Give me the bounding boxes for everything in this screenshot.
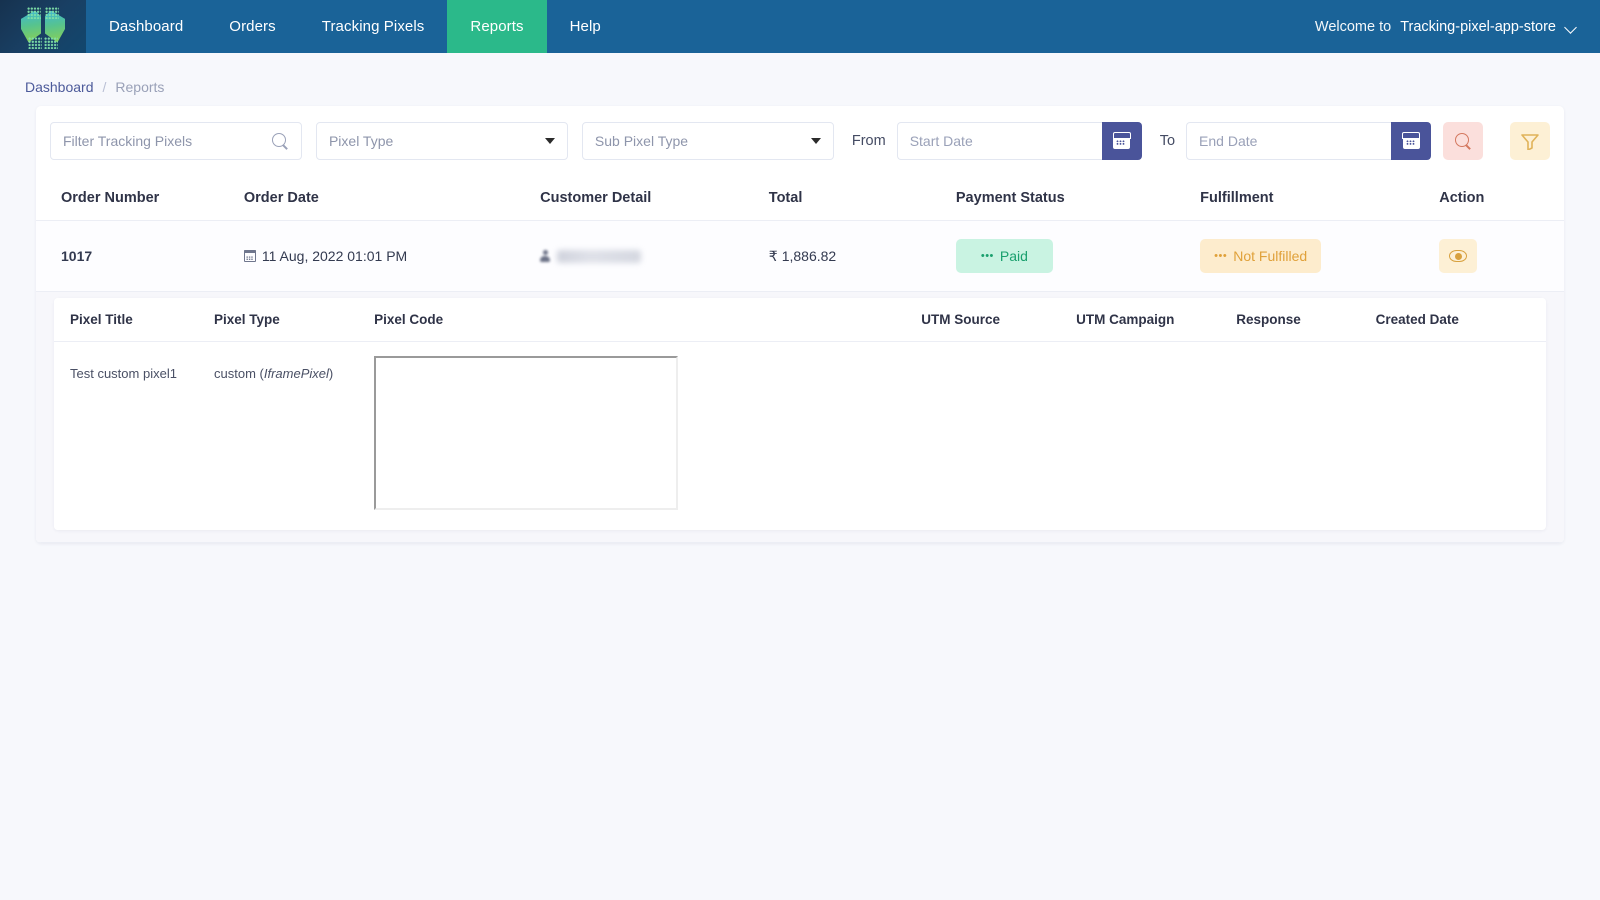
calendar-icon [1403,133,1420,149]
col-utm-campaign: UTM Campaign [1076,298,1236,342]
col-fulfillment: Fulfillment [1200,176,1439,221]
store-name: Tracking-pixel-app-store [1400,19,1556,35]
col-action: Action [1439,176,1564,221]
welcome-label: Welcome to [1315,19,1391,35]
person-icon [540,250,550,263]
pixel-detail-header-row: Pixel Title Pixel Type Pixel Code UTM So… [54,298,1546,342]
breadcrumb: Dashboard / Reports [0,53,1600,100]
search-input-placeholder: Filter Tracking Pixels [63,133,192,149]
nav-item-dashboard[interactable]: Dashboard [86,0,206,53]
main-nav: Dashboard Orders Tracking Pixels Reports… [86,0,624,53]
pixel-detail-data-row: Test custom pixel1 custom (IframePixel) … [54,342,1546,531]
col-order-date: Order Date [244,176,540,221]
col-total: Total [769,176,956,221]
start-date-group: Start Date [897,122,1142,160]
col-utm-source: UTM Source [921,298,1076,342]
end-date-placeholder: End Date [1199,133,1257,149]
calendar-icon [244,250,256,262]
col-customer-detail: Customer Detail [540,176,769,221]
pixel-detail-card: Pixel Title Pixel Type Pixel Code UTM So… [54,298,1546,530]
col-pixel-type: Pixel Type [214,298,374,342]
app-logo[interactable] [0,0,86,53]
rupee-symbol: ₹ [769,248,778,264]
calendar-icon [1113,133,1130,149]
end-date-input[interactable]: End Date [1186,122,1391,160]
to-label: To [1160,133,1175,149]
pixel-title-value: Test custom pixel1 [54,342,214,531]
cell-total: ₹1,886.82 [769,221,956,292]
search-icon [272,133,289,150]
top-navigation-bar: Dashboard Orders Tracking Pixels Reports… [0,0,1600,53]
nav-label: Help [570,18,601,35]
cell-payment-status: •••Paid [956,221,1200,292]
col-pixel-title: Pixel Title [54,298,214,342]
store-account-menu[interactable]: Welcome to Tracking-pixel-app-store [1315,0,1578,53]
nav-item-reports[interactable]: Reports [447,0,546,53]
orders-table-header: Order Number Order Date Customer Detail … [36,176,1564,221]
dots-icon: ••• [981,251,994,262]
pixel-type-select[interactable]: Pixel Type [316,122,568,160]
redacted-url: </span>dv_sub=1017&adv_sub2=bogus&adv_su… [374,356,678,510]
filter-bar: Filter Tracking Pixels Pixel Type Sub Pi… [36,106,1564,176]
pixel-code-value: </span>dv_sub=1017&adv_sub2=bogus&adv_su… [374,342,921,531]
start-date-calendar-button[interactable] [1102,122,1142,160]
col-payment-status: Payment Status [956,176,1200,221]
eye-icon [1449,250,1467,262]
breadcrumb-dashboard[interactable]: Dashboard [25,79,94,95]
status-badge-paid: •••Paid [956,239,1053,273]
cell-fulfillment: •••Not Fulfilled [1200,221,1439,292]
cell-customer-detail: xxxxx [540,221,769,292]
end-date-calendar-button[interactable] [1391,122,1431,160]
start-date-input[interactable]: Start Date [897,122,1102,160]
filter-tracking-pixels-input[interactable]: Filter Tracking Pixels [50,122,302,160]
breadcrumb-separator: / [103,79,107,95]
reports-card: Filter Tracking Pixels Pixel Type Sub Pi… [36,106,1564,543]
nav-label: Tracking Pixels [322,18,425,35]
chevron-down-icon [1565,23,1578,31]
nav-item-orders[interactable]: Orders [206,0,298,53]
nav-label: Orders [229,18,275,35]
pixel-type-value: custom (IframePixel) [214,342,374,531]
clear-filter-button[interactable] [1510,122,1550,160]
table-header-row: Order Number Order Date Customer Detail … [36,176,1564,221]
col-created-date: Created Date [1376,298,1546,342]
chevron-down-icon [811,138,821,144]
funnel-filter-icon [1521,133,1539,150]
col-pixel-code: Pixel Code [374,298,921,342]
nav-item-help[interactable]: Help [547,0,624,53]
pixel-detail-table: Pixel Title Pixel Type Pixel Code UTM So… [54,298,1546,530]
orders-table: Order Number Order Date Customer Detail … [36,176,1564,543]
nav-label: Dashboard [109,18,183,35]
pixel-type-placeholder: Pixel Type [329,133,393,149]
dots-icon: ••• [1214,251,1227,262]
chevron-down-icon [545,138,555,144]
start-date-placeholder: Start Date [910,133,973,149]
cell-order-number: 1017 [36,221,244,292]
sub-pixel-type-select[interactable]: Sub Pixel Type [582,122,834,160]
view-order-button[interactable] [1439,239,1477,273]
cell-action [1439,221,1564,292]
col-order-number: Order Number [36,176,244,221]
butterfly-diamond-logo-icon [19,5,67,49]
breadcrumb-current: Reports [115,79,164,95]
nav-item-tracking-pixels[interactable]: Tracking Pixels [299,0,448,53]
nav-label: Reports [470,18,523,35]
pixel-detail-cell: Pixel Title Pixel Type Pixel Code UTM So… [36,292,1564,543]
sub-pixel-type-placeholder: Sub Pixel Type [595,133,688,149]
search-icon [1455,133,1472,150]
end-date-group: End Date [1186,122,1431,160]
orders-table-body: 1017 11 Aug, 2022 01:01 PM xxxxx ₹1,886.… [36,221,1564,543]
status-badge-fulfillment: •••Not Fulfilled [1200,239,1321,273]
cell-order-date: 11 Aug, 2022 01:01 PM [244,221,540,292]
table-row[interactable]: 1017 11 Aug, 2022 01:01 PM xxxxx ₹1,886.… [36,221,1564,292]
col-response: Response [1236,298,1375,342]
search-submit-button[interactable] [1443,122,1483,160]
from-label: From [852,133,886,149]
pixel-detail-expanded-row: Pixel Title Pixel Type Pixel Code UTM So… [36,292,1564,543]
redacted-customer-name: xxxxx [557,250,641,263]
